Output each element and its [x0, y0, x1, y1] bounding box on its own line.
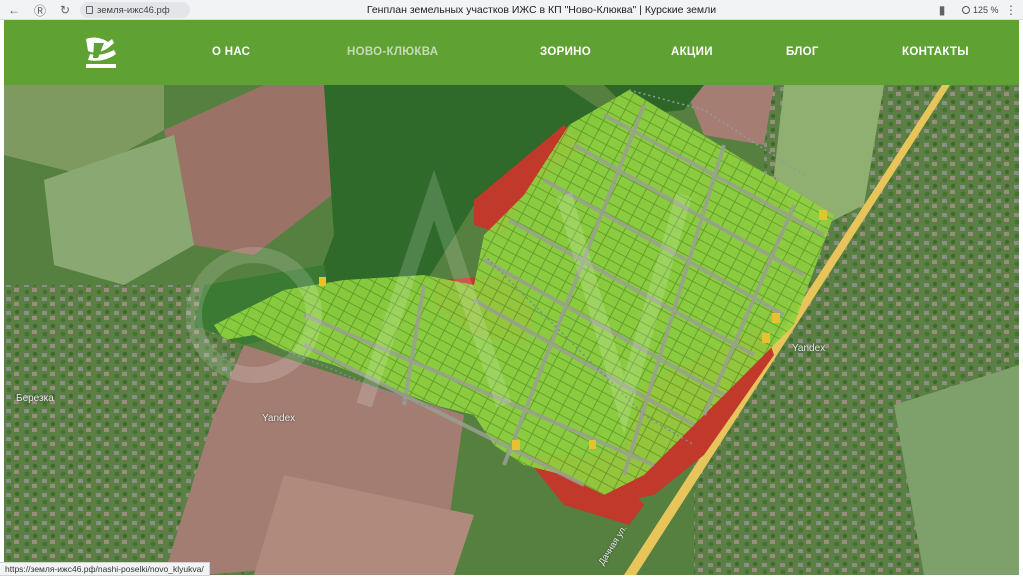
site-header: О НАС НОВО-КЛЮКВА ЗОРИНО АКЦИИ БЛОГ КОНТ…: [4, 20, 1019, 85]
nav-item-blog[interactable]: БЛОГ: [786, 46, 819, 58]
map-attribution-yandex: Yandex: [262, 413, 296, 424]
menu-kebab-icon[interactable]: ⋮: [1003, 2, 1019, 18]
site-plan-map[interactable]: Yandex Yandex Березка Дачная ул.: [4, 85, 1019, 575]
yandex-browser-icon[interactable]: Ⓡ: [32, 2, 48, 18]
status-bar-url: https://земля-ижс46.рф/nashi-poselki/nov…: [0, 562, 210, 576]
zoom-indicator[interactable]: 125 %: [962, 3, 999, 17]
address-bar[interactable]: земля-ижс46.рф: [80, 2, 190, 18]
address-bar-url: земля-ижс46.рф: [97, 4, 170, 16]
zoom-level: 125 %: [973, 5, 999, 15]
map-attribution-yandex-2: Yandex: [792, 343, 826, 354]
reload-icon[interactable]: ↻: [57, 2, 73, 18]
nav-item-contacts[interactable]: КОНТАКТЫ: [902, 46, 969, 58]
nav-item-about[interactable]: О НАС: [212, 46, 250, 58]
lock-icon: [86, 6, 93, 14]
page-title: Генплан земельных участков ИЖС в КП "Нов…: [366, 4, 717, 16]
browser-toolbar: ← Ⓡ ↻ земля-ижс46.рф Генплан земельных у…: [0, 0, 1023, 20]
bookmark-icon[interactable]: ▮: [934, 2, 950, 18]
nav-item-novo-klyukva[interactable]: НОВО-КЛЮКВА: [347, 46, 438, 58]
nav-item-zorino[interactable]: ЗОРИНО: [540, 46, 591, 58]
zoom-icon: [962, 6, 970, 14]
back-arrow-icon[interactable]: ←: [6, 2, 22, 18]
village-label: Березка: [16, 393, 54, 404]
nav-item-promotions[interactable]: АКЦИИ: [671, 46, 713, 58]
satellite-map-svg: [4, 85, 1019, 575]
site-logo[interactable]: [82, 34, 120, 72]
